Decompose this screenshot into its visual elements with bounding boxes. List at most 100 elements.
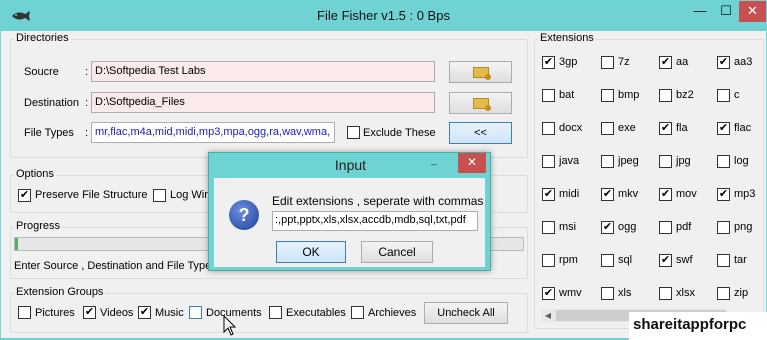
- browse-destination-button[interactable]: [449, 92, 512, 114]
- extension-checkbox[interactable]: [601, 89, 614, 102]
- extension-checkbox[interactable]: [601, 254, 614, 267]
- extension-checkbox[interactable]: ✔: [542, 287, 555, 300]
- window-title: File Fisher v1.5 : 0 Bps: [317, 8, 450, 23]
- extensions-input[interactable]: :,ppt,pptx,xls,xlsx,accdb,mdb,sql,txt,pd…: [272, 211, 478, 231]
- group-label: Pictures: [35, 307, 75, 319]
- extension-checkbox[interactable]: [717, 287, 730, 300]
- extension-label: msi: [559, 221, 577, 233]
- group-checkbox[interactable]: [189, 306, 202, 319]
- minimize-button[interactable]: —: [687, 1, 713, 22]
- group-label: Executables: [286, 307, 346, 319]
- preserve-structure-checkbox[interactable]: ✔: [18, 189, 31, 202]
- uncheck-all-button[interactable]: Uncheck All: [424, 302, 508, 324]
- extensions-toggle-button[interactable]: <<: [449, 122, 512, 144]
- extension-label: aa3: [734, 56, 753, 68]
- extension-checkbox[interactable]: ✔: [717, 122, 730, 135]
- source-input[interactable]: D:\Softpedia Test Labs: [91, 61, 435, 82]
- extension-checkbox[interactable]: [542, 89, 555, 102]
- filetypes-input[interactable]: mr,flac,m4a,mid,midi,mp3,mpa,ogg,ra,wav,…: [91, 122, 335, 143]
- input-dialog: Input _ ✕ ? Edit extensions , seperate w…: [208, 152, 491, 271]
- extension-label: bz2: [676, 89, 694, 101]
- extension-checkbox[interactable]: [717, 89, 730, 102]
- extension-label: jpg: [676, 155, 691, 167]
- extension-checkbox[interactable]: ✔: [659, 122, 672, 135]
- destination-input[interactable]: D:\Softpedia_Files: [91, 92, 435, 113]
- extension-checkbox[interactable]: [542, 122, 555, 135]
- extension-checkbox[interactable]: ✔: [659, 188, 672, 201]
- extension-label: log: [734, 155, 749, 167]
- preserve-structure-label: Preserve File Structure: [35, 189, 148, 201]
- source-colon: :: [85, 66, 89, 78]
- extension-label: zip: [734, 287, 749, 299]
- dialog-close-button[interactable]: ✕: [458, 153, 486, 173]
- ok-button[interactable]: OK: [276, 241, 346, 263]
- cancel-button[interactable]: Cancel: [361, 241, 433, 263]
- watermark-text: shareitappforpc: [629, 312, 767, 340]
- extension-label: bat: [559, 89, 575, 101]
- group-checkbox[interactable]: [269, 306, 282, 319]
- browse-source-button[interactable]: [449, 61, 512, 83]
- extension-checkbox[interactable]: [659, 89, 672, 102]
- extension-label: aa: [676, 56, 689, 68]
- question-icon: ?: [229, 200, 259, 230]
- destination-colon: :: [85, 97, 89, 109]
- scroll-left-arrow-icon[interactable]: ◀: [541, 309, 555, 322]
- extension-checkbox[interactable]: [601, 287, 614, 300]
- log-window-checkbox[interactable]: [153, 189, 166, 202]
- extension-label: docx: [559, 122, 583, 134]
- extension-checkbox[interactable]: [542, 221, 555, 234]
- folder-search-icon: [472, 67, 491, 80]
- status-text: Enter Source , Destination and File Type: [14, 260, 212, 272]
- extension-checkbox[interactable]: ✔: [717, 56, 730, 69]
- dialog-body: ? Edit extensions , seperate with commas…: [214, 178, 485, 267]
- exclude-these-label: Exclude These: [363, 127, 436, 139]
- extension-checkbox[interactable]: [717, 254, 730, 267]
- extension-checkbox[interactable]: ✔: [659, 254, 672, 267]
- extension-label: fla: [676, 122, 688, 134]
- extension-checkbox[interactable]: [601, 56, 614, 69]
- extension-checkbox[interactable]: [601, 155, 614, 168]
- extension-checkbox[interactable]: [659, 221, 672, 234]
- title-bar[interactable]: File Fisher v1.5 : 0 Bps — ☐ ✕: [1, 1, 766, 31]
- dialog-prompt: Edit extensions , seperate with commas: [272, 194, 484, 208]
- group-checkbox[interactable]: ✔: [83, 306, 96, 319]
- progress-legend: Progress: [14, 220, 63, 232]
- dialog-title: Input: [334, 157, 367, 173]
- extension-label: jpeg: [618, 155, 639, 167]
- group-label: Archieves: [368, 307, 417, 319]
- maximize-button[interactable]: ☐: [713, 1, 739, 22]
- destination-label: Destination: [24, 97, 80, 109]
- extension-label: ogg: [618, 221, 637, 233]
- exclude-these-checkbox[interactable]: [347, 126, 360, 139]
- extension-label: 7z: [618, 56, 630, 68]
- extension-checkbox[interactable]: ✔: [601, 221, 614, 234]
- extension-checkbox[interactable]: ✔: [659, 56, 672, 69]
- extension-checkbox[interactable]: [717, 155, 730, 168]
- extension-checkbox[interactable]: ✔: [601, 188, 614, 201]
- extension-checkbox[interactable]: ✔: [717, 188, 730, 201]
- extension-label: c: [734, 89, 740, 101]
- group-checkbox[interactable]: ✔: [138, 306, 151, 319]
- extension-checkbox[interactable]: [717, 221, 730, 234]
- extension-checkbox[interactable]: [601, 122, 614, 135]
- extensions-legend: Extensions: [538, 32, 596, 44]
- extension-label: exe: [618, 122, 636, 134]
- extension-checkbox[interactable]: [542, 254, 555, 267]
- group-checkbox[interactable]: [18, 306, 31, 319]
- extension-checkbox[interactable]: ✔: [542, 56, 555, 69]
- extension-checkbox[interactable]: ✔: [542, 188, 555, 201]
- extension-label: mov: [676, 188, 697, 200]
- extension-label: mp3: [734, 188, 756, 200]
- extension-checkbox[interactable]: [659, 287, 672, 300]
- extensions-group: [534, 39, 764, 329]
- extension-groups-legend: Extension Groups: [14, 286, 106, 298]
- extension-label: swf: [676, 254, 693, 266]
- close-button[interactable]: ✕: [739, 1, 766, 22]
- progress-fill: [15, 238, 18, 250]
- group-checkbox[interactable]: [351, 306, 364, 319]
- extension-label: tar: [734, 254, 747, 266]
- extension-checkbox[interactable]: [542, 155, 555, 168]
- dialog-minimize-icon[interactable]: _: [431, 155, 437, 166]
- folder-search-icon: [472, 98, 491, 111]
- extension-checkbox[interactable]: [659, 155, 672, 168]
